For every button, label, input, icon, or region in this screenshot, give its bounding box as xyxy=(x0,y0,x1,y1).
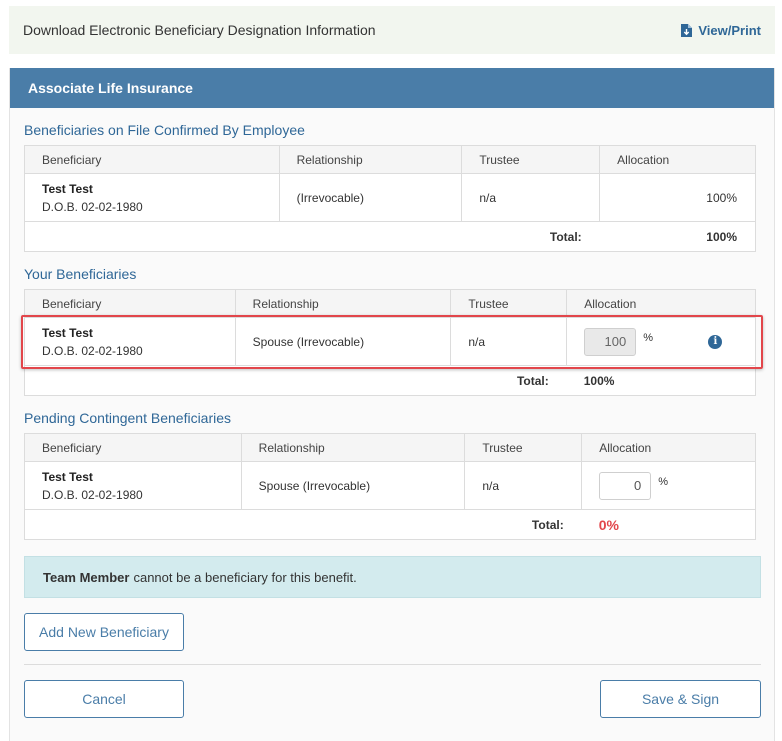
add-new-beneficiary-button[interactable]: Add New Beneficiary xyxy=(24,613,184,651)
col-beneficiary: Beneficiary xyxy=(24,145,280,174)
col-beneficiary: Beneficiary xyxy=(24,433,242,462)
allocation-cell: 0% xyxy=(581,461,756,510)
download-bar: Download Electronic Beneficiary Designat… xyxy=(9,6,775,54)
panel-title: Associate Life Insurance xyxy=(10,68,774,108)
divider xyxy=(24,664,761,665)
beneficiary-cell: Test Test D.O.B. 02-02-1980 xyxy=(24,461,242,510)
trustee-cell: n/a xyxy=(450,317,568,366)
relationship-cell: Spouse (Irrevocable) xyxy=(234,317,452,366)
pending-table: Beneficiary Relationship Trustee Allocat… xyxy=(23,433,756,540)
beneficiary-name: Test Test xyxy=(42,325,93,340)
percent-sign: % xyxy=(643,331,653,344)
beneficiary-dob: D.O.B. 02-02-1980 xyxy=(42,487,143,502)
confirmed-section-title: Beneficiaries on File Confirmed By Emplo… xyxy=(24,122,305,138)
total-row: Total: 100% xyxy=(23,365,756,396)
alert-text: cannot be a beneficiary for this benefit… xyxy=(133,569,357,585)
beneficiary-name: Test Test xyxy=(42,469,93,484)
beneficiary-cell: Test Test D.O.B. 02-02-1980 xyxy=(24,173,280,222)
table-row: Test Test D.O.B. 02-02-1980 Spouse (Irre… xyxy=(24,317,756,366)
info-alert: Team Member cannot be a beneficiary for … xyxy=(24,556,761,598)
allocation-cell: 100% i xyxy=(566,317,756,366)
percent-sign: % xyxy=(658,475,668,488)
confirmed-table: Beneficiary Relationship Trustee Allocat… xyxy=(23,145,756,252)
total-value: 100% xyxy=(599,221,756,252)
alert-bold: Team Member xyxy=(43,569,130,585)
col-trustee: Trustee xyxy=(461,145,601,174)
col-trustee: Trustee xyxy=(464,433,583,462)
beneficiary-cell: Test Test D.O.B. 02-02-1980 xyxy=(24,317,236,366)
col-trustee: Trustee xyxy=(450,289,568,318)
beneficiary-name: Test Test xyxy=(42,181,93,196)
total-row: Total: 100% xyxy=(23,221,756,252)
col-allocation: Allocation xyxy=(566,289,756,318)
beneficiary-dob: D.O.B. 02-02-1980 xyxy=(42,343,143,358)
col-relationship: Relationship xyxy=(278,145,463,174)
beneficiary-dob: D.O.B. 02-02-1980 xyxy=(42,199,143,214)
download-text: Download Electronic Beneficiary Designat… xyxy=(23,22,376,38)
total-value: 100% xyxy=(566,365,756,396)
total-value: 0% xyxy=(581,509,756,540)
relationship-cell: (Irrevocable) xyxy=(278,173,463,222)
file-download-icon xyxy=(681,23,693,37)
col-beneficiary: Beneficiary xyxy=(24,289,236,318)
col-relationship: Relationship xyxy=(240,433,466,462)
view-print-label: View/Print xyxy=(698,22,761,38)
trustee-cell: n/a xyxy=(461,173,601,222)
allocation-cell: 100% xyxy=(599,173,756,222)
info-icon[interactable]: i xyxy=(708,334,723,349)
your-beneficiaries-title: Your Beneficiaries xyxy=(24,266,137,282)
cancel-button[interactable]: Cancel xyxy=(24,680,184,718)
total-label: Total: xyxy=(23,221,600,252)
allocation-input[interactable]: 0 xyxy=(599,471,652,500)
total-label: Total: xyxy=(23,365,567,396)
relationship-cell: Spouse (Irrevocable) xyxy=(240,461,466,510)
col-relationship: Relationship xyxy=(234,289,452,318)
total-label: Total: xyxy=(23,509,582,540)
trustee-cell: n/a xyxy=(464,461,583,510)
allocation-input: 100 xyxy=(584,327,637,356)
table-row: Test Test D.O.B. 02-02-1980 (Irrevocable… xyxy=(24,173,756,222)
total-row: Total: 0% xyxy=(23,509,756,540)
your-beneficiaries-table: Beneficiary Relationship Trustee Allocat… xyxy=(23,289,756,396)
col-allocation: Allocation xyxy=(581,433,756,462)
table-row: Test Test D.O.B. 02-02-1980 Spouse (Irre… xyxy=(24,461,756,510)
save-sign-button[interactable]: Save & Sign xyxy=(600,680,761,718)
view-print-link[interactable]: View/Print xyxy=(681,23,761,38)
col-allocation: Allocation xyxy=(599,145,756,174)
pending-section-title: Pending Contingent Beneficiaries xyxy=(24,410,232,426)
